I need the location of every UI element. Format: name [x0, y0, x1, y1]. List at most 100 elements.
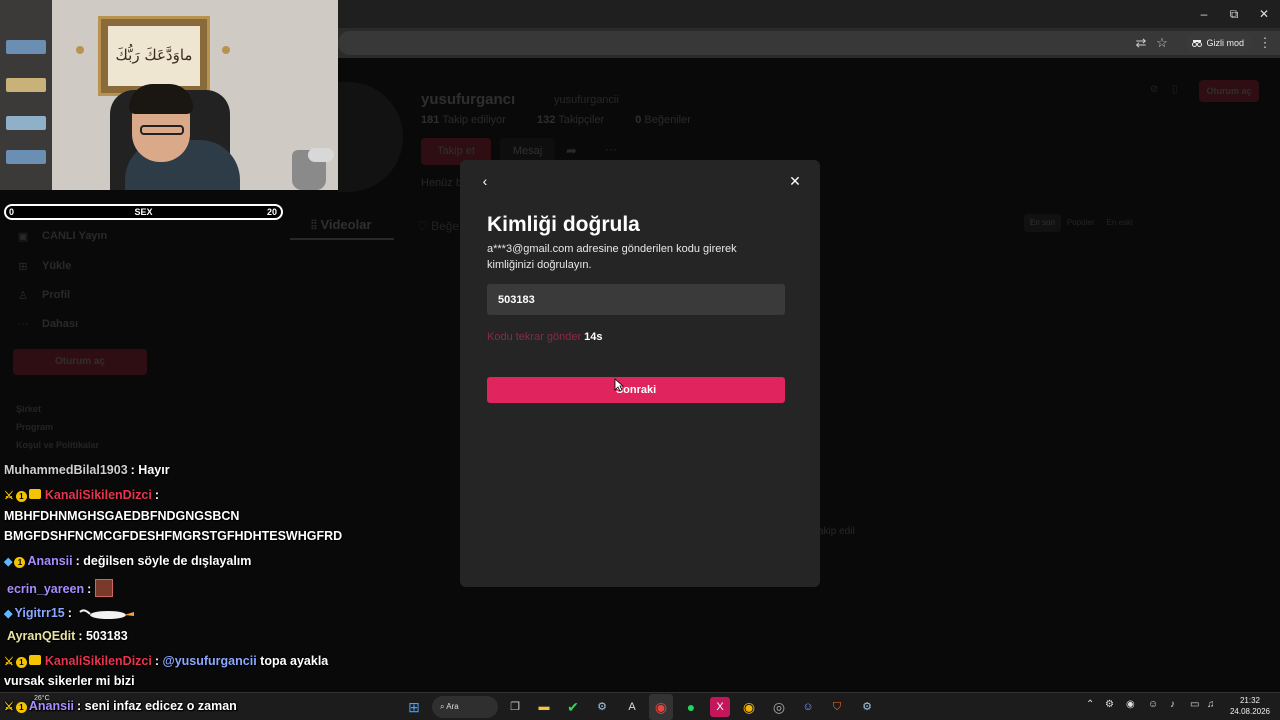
chat-message: ⚔ 1 KanaliSikilenDizci: — [4, 488, 159, 502]
discord-icon[interactable]: ☺ — [798, 697, 818, 717]
chat-text: vursak sikerler mi bizi — [4, 674, 135, 688]
chat-text: : Hayır — [130, 463, 170, 477]
incognito-badge[interactable]: Gizli mod — [1186, 32, 1253, 54]
menu-dots-icon[interactable]: ⋮ — [1255, 33, 1275, 53]
chat-message: ◆ 1 Anansii: değilsen söyle de dışlayalım — [4, 554, 251, 568]
modal-title: Kimliği doğrula — [487, 213, 640, 236]
resend-code-link[interactable]: Kodu tekrar gönder — [487, 331, 581, 343]
chat-message: ecrin_yareen: — [4, 579, 114, 597]
streamer-hair — [129, 84, 193, 114]
chat-message: ⚔ 1 KanaliSikilenDizci: @yusufurgancii top… — [4, 654, 328, 668]
chat-username: MuhammedBilal1903 — [4, 463, 128, 477]
windows-start-icon[interactable]: ⊞ — [404, 697, 424, 717]
verify-identity-modal: ‹ ✕ Kimliği doğrula a***3@gmail.com adre… — [460, 160, 820, 587]
close-icon[interactable]: ✕ — [786, 172, 804, 190]
tray-volume-icon[interactable]: ♫ — [1207, 699, 1215, 710]
chat-username: KanaliSikilenDizci — [44, 654, 152, 668]
clock-date: 24.08.2026 — [1229, 707, 1271, 716]
crown-badge-icon — [28, 489, 41, 499]
chat-username: KanaliSikilenDizci — [44, 488, 152, 502]
taskbar-search[interactable]: ⌕ Ara — [432, 696, 498, 718]
back-arrow-icon[interactable]: ‹ — [476, 172, 494, 190]
chat-message: ⚔ 1 Anansii: seni infaz edicez o zaman — [4, 699, 237, 713]
chrome-canary-icon[interactable]: ◎ — [769, 697, 789, 717]
taskbar-search-label: Ara — [446, 702, 459, 711]
chat-text: : seni infaz edicez o zaman — [77, 699, 237, 713]
close-window-button[interactable]: ✕ — [1250, 4, 1278, 24]
tray-microphone-icon[interactable]: ♪ — [1170, 699, 1175, 710]
file-explorer-icon[interactable]: ▬ — [534, 697, 554, 717]
chat-message: MuhammedBilal1903: Hayır — [4, 463, 170, 477]
checkmark-app-icon[interactable]: ✔ — [563, 697, 583, 717]
steam-alt-icon[interactable]: ⚙ — [857, 697, 877, 717]
chat-text: MBHFDHNMGHSGAEDBFNDGNGSBCN — [4, 509, 240, 523]
wall-lamp — [76, 46, 84, 54]
restore-button[interactable]: ⧉ — [1220, 4, 1248, 24]
chat-message: AyranQEdit: 503183 — [4, 629, 128, 643]
tray-steam-icon[interactable]: ⚙ — [1105, 699, 1114, 710]
chat-text: topa ayakla — [260, 654, 329, 668]
webcam-overlay: ماوَدَّعَكَ رَبُّكَ وَمَا قَلَى — [0, 0, 338, 190]
steam-icon[interactable]: ⚙ — [592, 697, 612, 717]
sword-badge-icon: ⚔ — [4, 701, 14, 713]
minimize-button[interactable]: – — [1190, 4, 1218, 24]
chat-mention: @yusufurgancii — [162, 654, 257, 668]
modal-description: a***3@gmail.com adresine gönderilen kodu… — [487, 243, 737, 271]
tray-network-icon[interactable]: ▭ — [1190, 699, 1199, 710]
streamer-glasses — [140, 125, 184, 135]
chat-text: : — [154, 488, 160, 502]
cube-badge-icon: ◆ — [4, 556, 13, 568]
incognito-icon — [1192, 40, 1202, 47]
chat-text: : — [67, 606, 72, 620]
chat-text: BMGFDSHFNCMCGFDESHFMGRSTGFHDHTESWHGFRD — [4, 529, 343, 543]
chat-text: : — [87, 582, 92, 596]
chat-message-continued: vursak sikerler mi bizi — [4, 674, 135, 688]
goose-emote-icon — [79, 609, 134, 619]
shelf-item — [6, 116, 46, 130]
chat-message-continued: BMGFDSHFNCMCGFDESHFMGRSTGFHDHTESWHGFRD — [4, 529, 342, 543]
goal-target: 20 — [266, 207, 277, 217]
verification-code-input[interactable] — [487, 284, 785, 315]
incognito-label: Gizli mod — [1206, 38, 1245, 48]
tray-overflow-icon[interactable]: ⌃ — [1086, 699, 1094, 710]
chat-emote — [95, 579, 114, 597]
tier-badge-icon: 1 — [15, 657, 27, 668]
task-view-icon[interactable]: ❐ — [505, 697, 525, 717]
app-a-icon[interactable]: A — [622, 697, 642, 717]
thermos-lid — [308, 148, 334, 162]
resend-row: Kodu tekrar gönder 14s — [487, 331, 603, 343]
mouse-cursor-icon — [614, 378, 624, 392]
sword-badge-icon: ⚔ — [4, 656, 14, 668]
clock-time: 21:32 — [1239, 696, 1261, 705]
goal-label: SEX — [134, 207, 153, 217]
shelf-item — [6, 78, 46, 92]
chrome-icon[interactable]: ◉ — [651, 697, 671, 717]
tray-discord-icon[interactable]: ☺ — [1148, 699, 1158, 710]
chat-username: AyranQEdit — [7, 629, 76, 643]
tray-chrome-icon[interactable]: ◉ — [1126, 699, 1135, 710]
bookmark-star-icon[interactable]: ☆ — [1152, 33, 1172, 53]
chrome-alt-icon[interactable]: ◉ — [739, 697, 759, 717]
tier-badge-icon: 1 — [15, 702, 27, 713]
taskbar-clock[interactable]: 21:32 24.08.2026 — [1226, 695, 1274, 717]
cube-badge-icon: ◆ — [4, 608, 13, 620]
webcam-shelf — [0, 0, 52, 190]
screen: – ⧉ ✕ ⇄ ☆ Gizli mod ⋮ yusufurgancı yusuf… — [0, 0, 1280, 720]
sword-badge-icon: ⚔ — [4, 490, 14, 502]
spotify-icon[interactable]: ● — [681, 697, 701, 717]
chat-username: Anansii — [28, 699, 75, 713]
translate-icon[interactable]: ⇄ — [1131, 33, 1151, 53]
next-button[interactable]: Sonraki — [487, 377, 785, 403]
chat-username: Yigitrr15 — [14, 606, 65, 620]
chat-text: : — [154, 654, 160, 668]
chat-message-continued: MBHFDHNMGHSGAEDBFNDGNGSBCN — [4, 509, 239, 523]
resend-timer: 14s — [584, 331, 603, 343]
brave-icon[interactable]: ⛉ — [827, 697, 847, 717]
chat-username: ecrin_yareen — [7, 582, 85, 596]
tier-badge-icon: 1 — [14, 557, 26, 568]
calligraphy-text: ماوَدَّعَكَ رَبُّكَ وَمَا قَلَى — [108, 26, 200, 122]
chat-username: Anansii — [27, 554, 73, 568]
wall-lamp — [222, 46, 230, 54]
x-app-icon[interactable]: X — [710, 697, 730, 717]
chat-text: : 503183 — [78, 629, 128, 643]
